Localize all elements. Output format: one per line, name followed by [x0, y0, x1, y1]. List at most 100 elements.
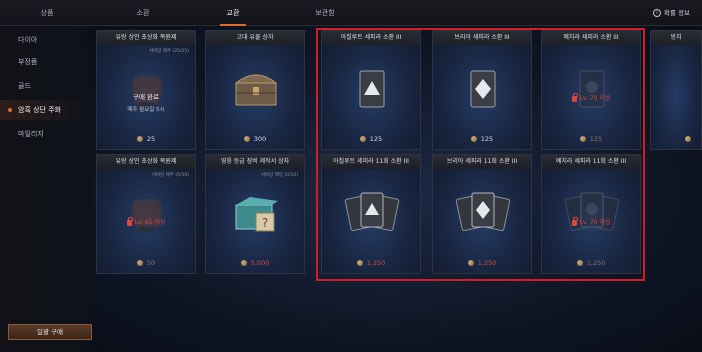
- price-value: 1,250: [366, 259, 386, 267]
- coin-icon: [579, 136, 586, 142]
- shop-card-partial[interactable]: 방치: [650, 30, 702, 150]
- coin-icon: [576, 260, 583, 266]
- shop-card[interactable]: 예치라 세피라 11회 소환 III Lv. 70 이상 1,250: [541, 154, 641, 274]
- purchased-overlay: 구매 완료 매주 월요일 5시: [97, 91, 195, 113]
- active-dot: [8, 108, 12, 112]
- level-lock: Lv. 65 이상: [97, 216, 195, 226]
- card-dark-icon: [579, 70, 605, 108]
- sidebar: 다이아 부장품 골드 암흑 상단 주화 마일리지: [0, 26, 90, 352]
- card-title: 브리아 세피라 11회 소환 III: [433, 155, 531, 169]
- level-lock: Lv. 70 이상: [542, 92, 640, 102]
- card-diamond-icon: [470, 70, 496, 108]
- purchased-label: 구매 완료: [133, 93, 159, 101]
- card-triangle-icon: [359, 70, 385, 108]
- probability-info-label: 확률 정보: [664, 9, 690, 17]
- lock-icon: [571, 216, 578, 226]
- card-price: 125: [322, 135, 420, 143]
- level-lock: Lv. 70 이상: [542, 216, 640, 226]
- urn-icon: [132, 199, 162, 232]
- card-price: 50: [97, 259, 195, 267]
- card-price: 300: [206, 135, 304, 143]
- card-price: 25: [97, 135, 195, 143]
- coin-icon: [136, 260, 143, 266]
- sidebar-item-label: 부장품: [18, 58, 38, 66]
- coin-icon: [243, 136, 250, 142]
- level-requirement: Lv. 70 이상: [579, 95, 611, 102]
- level-requirement: Lv. 70 이상: [579, 219, 611, 226]
- tab-exchange[interactable]: 교환: [208, 0, 258, 26]
- bulk-purchase-button[interactable]: 일괄 구매: [8, 324, 92, 340]
- shop-card[interactable]: 브리아 세피라 소환 III 125: [432, 30, 532, 150]
- card-limit: 서버당 매주 (25/25): [148, 49, 189, 54]
- price-value: 50: [146, 259, 156, 267]
- top-bar: 상품 소환 교환 보관함 i 확률 정보: [0, 0, 702, 26]
- coin-icon: [136, 136, 143, 142]
- svg-text:?: ?: [262, 216, 268, 230]
- probability-info-button[interactable]: i 확률 정보: [653, 0, 690, 26]
- card-title: 브리아 세피라 소환 III: [433, 31, 531, 45]
- shop-card[interactable]: 아칠루트 세피라 11회 소환 III 1,250: [321, 154, 421, 274]
- shop-card[interactable]: 브리아 세피라 11회 소환 III 1,250: [432, 154, 532, 274]
- card-price: 125: [433, 135, 531, 143]
- coin-icon: [356, 260, 363, 266]
- sidebar-item-label: 골드: [18, 82, 31, 90]
- tab-products[interactable]: 상품: [22, 0, 72, 26]
- sidebar-item-gold[interactable]: 골드: [0, 76, 90, 96]
- card-title: 영웅 등급 장비 제작서 상자: [206, 155, 304, 169]
- tab-storage[interactable]: 보관함: [300, 0, 350, 26]
- card-stack-triangle-icon: [344, 192, 400, 232]
- card-title: 유랑 상인 초상화 복원제: [97, 155, 195, 169]
- card-price: 1,250: [322, 259, 420, 267]
- coin-icon: [470, 136, 477, 142]
- card-price: 1,250: [542, 259, 640, 267]
- coin-icon: [467, 260, 474, 266]
- shop-card[interactable]: 고대 유물 상자 300: [205, 30, 305, 150]
- coin-icon: [359, 136, 366, 142]
- lock-icon: [126, 216, 133, 226]
- sidebar-item-label: 마일리지: [18, 130, 44, 138]
- shop-card[interactable]: 예치라 세피라 소환 III Lv. 70 이상 125: [541, 30, 641, 150]
- tab-summon[interactable]: 소환: [118, 0, 168, 26]
- sidebar-item-label: 다이아: [18, 36, 38, 44]
- card-stack-diamond-icon: [455, 192, 511, 232]
- chest-icon: [234, 74, 278, 106]
- price-value: 125: [480, 135, 494, 143]
- price-value: 5,000: [250, 259, 270, 267]
- reset-time-label: 매주 월요일 5시: [127, 107, 165, 113]
- price-value: 125: [589, 135, 603, 143]
- sidebar-item-mileage[interactable]: 마일리지: [0, 124, 90, 144]
- sidebar-item-label: 암흑 상단 주화: [18, 106, 62, 114]
- card-price: 5,000: [206, 259, 304, 267]
- card-stack-dark-icon: [564, 192, 620, 232]
- coin-icon: [240, 260, 247, 266]
- card-title: 방치: [651, 31, 701, 45]
- sidebar-item-diamond[interactable]: 다이아: [0, 30, 90, 50]
- price-value: 1,250: [477, 259, 497, 267]
- card-title: 아칠루트 세피라 소환 III: [322, 31, 420, 45]
- shop-card[interactable]: 유랑 상인 초상화 복원제 서버당 매주 (0/50) Lv. 65 이상 50: [96, 154, 196, 274]
- sidebar-item-grave-goods[interactable]: 부장품: [0, 52, 90, 72]
- lock-icon: [571, 92, 578, 102]
- price-value: 25: [146, 135, 156, 143]
- card-title: 예치라 세피라 11회 소환 III: [542, 155, 640, 169]
- shop-card[interactable]: 아칠루트 세피라 소환 III 125: [321, 30, 421, 150]
- card-price: [651, 135, 701, 143]
- sidebar-item-dark-coin[interactable]: 암흑 상단 주화: [0, 100, 90, 120]
- shop-card[interactable]: 영웅 등급 장비 제작서 상자 서버당 매일 (0/10) ? 5,000: [205, 154, 305, 274]
- card-title: 아칠루트 세피라 11회 소환 III: [322, 155, 420, 169]
- card-title: 예치라 세피라 소환 III: [542, 31, 640, 45]
- price-value: 300: [253, 135, 267, 143]
- level-requirement: Lv. 65 이상: [134, 219, 166, 226]
- card-limit: 서버당 매주 (0/50): [151, 173, 189, 178]
- card-title: 유랑 상인 초상화 복원제: [97, 31, 195, 45]
- price-value: 125: [369, 135, 383, 143]
- card-title: 고대 유물 상자: [206, 31, 304, 45]
- card-price: 125: [542, 135, 640, 143]
- card-limit: 서버당 매일 (0/10): [260, 173, 298, 178]
- info-icon: i: [653, 9, 661, 17]
- scroll-box-icon: ?: [235, 197, 278, 232]
- coin-icon: [685, 136, 691, 142]
- price-value: 1,250: [586, 259, 606, 267]
- shop-card[interactable]: 유랑 상인 초상화 복원제 서버당 매주 (25/25) 구매 완료 매주 월요…: [96, 30, 196, 150]
- card-price: 1,250: [433, 259, 531, 267]
